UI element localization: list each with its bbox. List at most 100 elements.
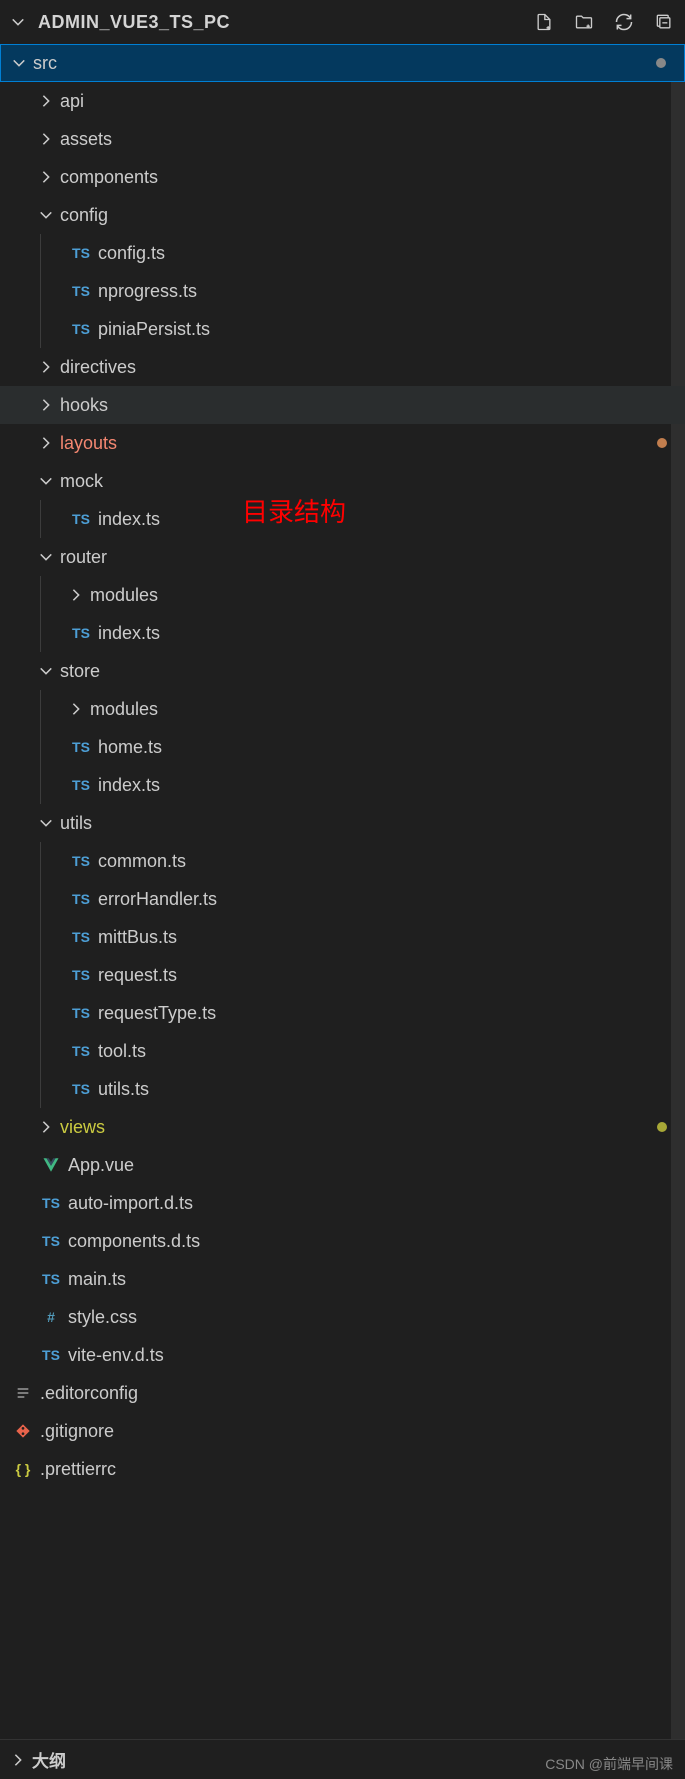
ts-icon: TS xyxy=(68,891,94,907)
chevron-down-icon xyxy=(11,56,27,70)
ts-icon: TS xyxy=(38,1271,64,1287)
tree-item[interactable]: TShome.ts xyxy=(0,728,685,766)
chevron-down-icon xyxy=(10,15,26,29)
tree-item[interactable]: TStool.ts xyxy=(0,1032,685,1070)
tree-item-label: main.ts xyxy=(68,1269,126,1290)
tree-item-label: tool.ts xyxy=(98,1041,146,1062)
tree-item-label: requestType.ts xyxy=(98,1003,216,1024)
ts-icon: TS xyxy=(68,853,94,869)
tree-item-label: components.d.ts xyxy=(68,1231,200,1252)
tree-item-label: hooks xyxy=(60,395,108,416)
tree-item[interactable]: TSindex.ts xyxy=(0,766,685,804)
tree-item-label: api xyxy=(60,91,84,112)
tree-item-label: .gitignore xyxy=(40,1421,114,1442)
ts-icon: TS xyxy=(68,1081,94,1097)
tree-item[interactable]: .editorconfig xyxy=(0,1374,685,1412)
ts-icon: TS xyxy=(68,777,94,793)
tree-item[interactable]: assets xyxy=(0,120,685,158)
tree-item-label: src xyxy=(33,53,57,74)
tree-item-label: .prettierrc xyxy=(40,1459,116,1480)
tree-item[interactable]: TSrequestType.ts xyxy=(0,994,685,1032)
tree-item[interactable]: components xyxy=(0,158,685,196)
tree-item[interactable]: router xyxy=(0,538,685,576)
tree-item-label: index.ts xyxy=(98,775,160,796)
tree-item[interactable]: mock xyxy=(0,462,685,500)
ts-icon: TS xyxy=(38,1233,64,1249)
tree-item[interactable]: TScomponents.d.ts xyxy=(0,1222,685,1260)
tree-item[interactable]: config xyxy=(0,196,685,234)
tree-item[interactable]: TSmittBus.ts xyxy=(0,918,685,956)
new-folder-icon[interactable] xyxy=(573,11,595,33)
outline-label: 大纲 xyxy=(32,1747,66,1772)
chevron-down-icon xyxy=(38,816,54,830)
chevron-down-icon xyxy=(38,550,54,564)
status-dot xyxy=(657,1122,667,1132)
tree-item[interactable]: TSrequest.ts xyxy=(0,956,685,994)
tree-item[interactable]: TSindex.ts xyxy=(0,500,685,538)
tree-item[interactable]: TSvite-env.d.ts xyxy=(0,1336,685,1374)
chevron-right-icon xyxy=(38,170,54,184)
tree-item-label: style.css xyxy=(68,1307,137,1328)
tree-item[interactable]: TSauto-import.d.ts xyxy=(0,1184,685,1222)
tree-item-label: index.ts xyxy=(98,623,160,644)
chevron-right-icon xyxy=(38,94,54,108)
tree-item-label: common.ts xyxy=(98,851,186,872)
tree-item[interactable]: { }.prettierrc xyxy=(0,1450,685,1488)
tree-item[interactable]: api xyxy=(0,82,685,120)
chevron-right-icon xyxy=(10,1753,26,1767)
tree-item[interactable]: TSpiniaPersist.ts xyxy=(0,310,685,348)
tree-item[interactable]: modules xyxy=(0,576,685,614)
tree-item[interactable]: App.vue xyxy=(0,1146,685,1184)
refresh-icon[interactable] xyxy=(613,11,635,33)
tree-item[interactable]: TSconfig.ts xyxy=(0,234,685,272)
css-icon: # xyxy=(38,1309,64,1325)
watermark: CSDN @前端早间课 xyxy=(545,1754,673,1774)
tree-item[interactable]: src xyxy=(0,44,685,82)
project-title-row[interactable]: ADMIN_VUE3_TS_PC xyxy=(10,12,533,33)
file-tree: srcapiassetscomponentsconfigTSconfig.tsT… xyxy=(0,44,685,1739)
status-dot xyxy=(657,438,667,448)
tree-item[interactable]: layouts xyxy=(0,424,685,462)
tree-item-label: utils xyxy=(60,813,92,834)
new-file-icon[interactable] xyxy=(533,11,555,33)
tree-item-label: mittBus.ts xyxy=(98,927,177,948)
tree-item-label: nprogress.ts xyxy=(98,281,197,302)
tree-item[interactable]: TSutils.ts xyxy=(0,1070,685,1108)
chevron-down-icon xyxy=(38,664,54,678)
tree-item-label: piniaPersist.ts xyxy=(98,319,210,340)
header-actions xyxy=(533,11,675,33)
ts-icon: TS xyxy=(38,1195,64,1211)
tree-item[interactable]: hooks xyxy=(0,386,685,424)
chevron-right-icon xyxy=(38,436,54,450)
tree-item[interactable]: utils xyxy=(0,804,685,842)
chevron-right-icon xyxy=(68,702,84,716)
ts-icon: TS xyxy=(68,625,94,641)
project-title: ADMIN_VUE3_TS_PC xyxy=(38,12,230,33)
tree-item[interactable]: TScommon.ts xyxy=(0,842,685,880)
ts-icon: TS xyxy=(68,245,94,261)
tree-item[interactable]: store xyxy=(0,652,685,690)
tree-item-label: mock xyxy=(60,471,103,492)
chevron-right-icon xyxy=(38,398,54,412)
tree-item[interactable]: #style.css xyxy=(0,1298,685,1336)
ts-icon: TS xyxy=(38,1347,64,1363)
vue-icon xyxy=(38,1156,64,1174)
explorer-header: ADMIN_VUE3_TS_PC xyxy=(0,0,685,44)
ts-icon: TS xyxy=(68,1043,94,1059)
tree-item[interactable]: .gitignore xyxy=(0,1412,685,1450)
tree-item[interactable]: TSnprogress.ts xyxy=(0,272,685,310)
chevron-right-icon xyxy=(68,588,84,602)
ts-icon: TS xyxy=(68,511,94,527)
tree-item-label: utils.ts xyxy=(98,1079,149,1100)
tree-item[interactable]: TSmain.ts xyxy=(0,1260,685,1298)
tree-item-label: request.ts xyxy=(98,965,177,986)
tree-item[interactable]: views xyxy=(0,1108,685,1146)
tree-item[interactable]: directives xyxy=(0,348,685,386)
tree-item-label: App.vue xyxy=(68,1155,134,1176)
git-icon xyxy=(10,1423,36,1439)
collapse-all-icon[interactable] xyxy=(653,11,675,33)
tree-item[interactable]: modules xyxy=(0,690,685,728)
tree-item[interactable]: TSerrorHandler.ts xyxy=(0,880,685,918)
tree-item[interactable]: TSindex.ts xyxy=(0,614,685,652)
ts-icon: TS xyxy=(68,739,94,755)
